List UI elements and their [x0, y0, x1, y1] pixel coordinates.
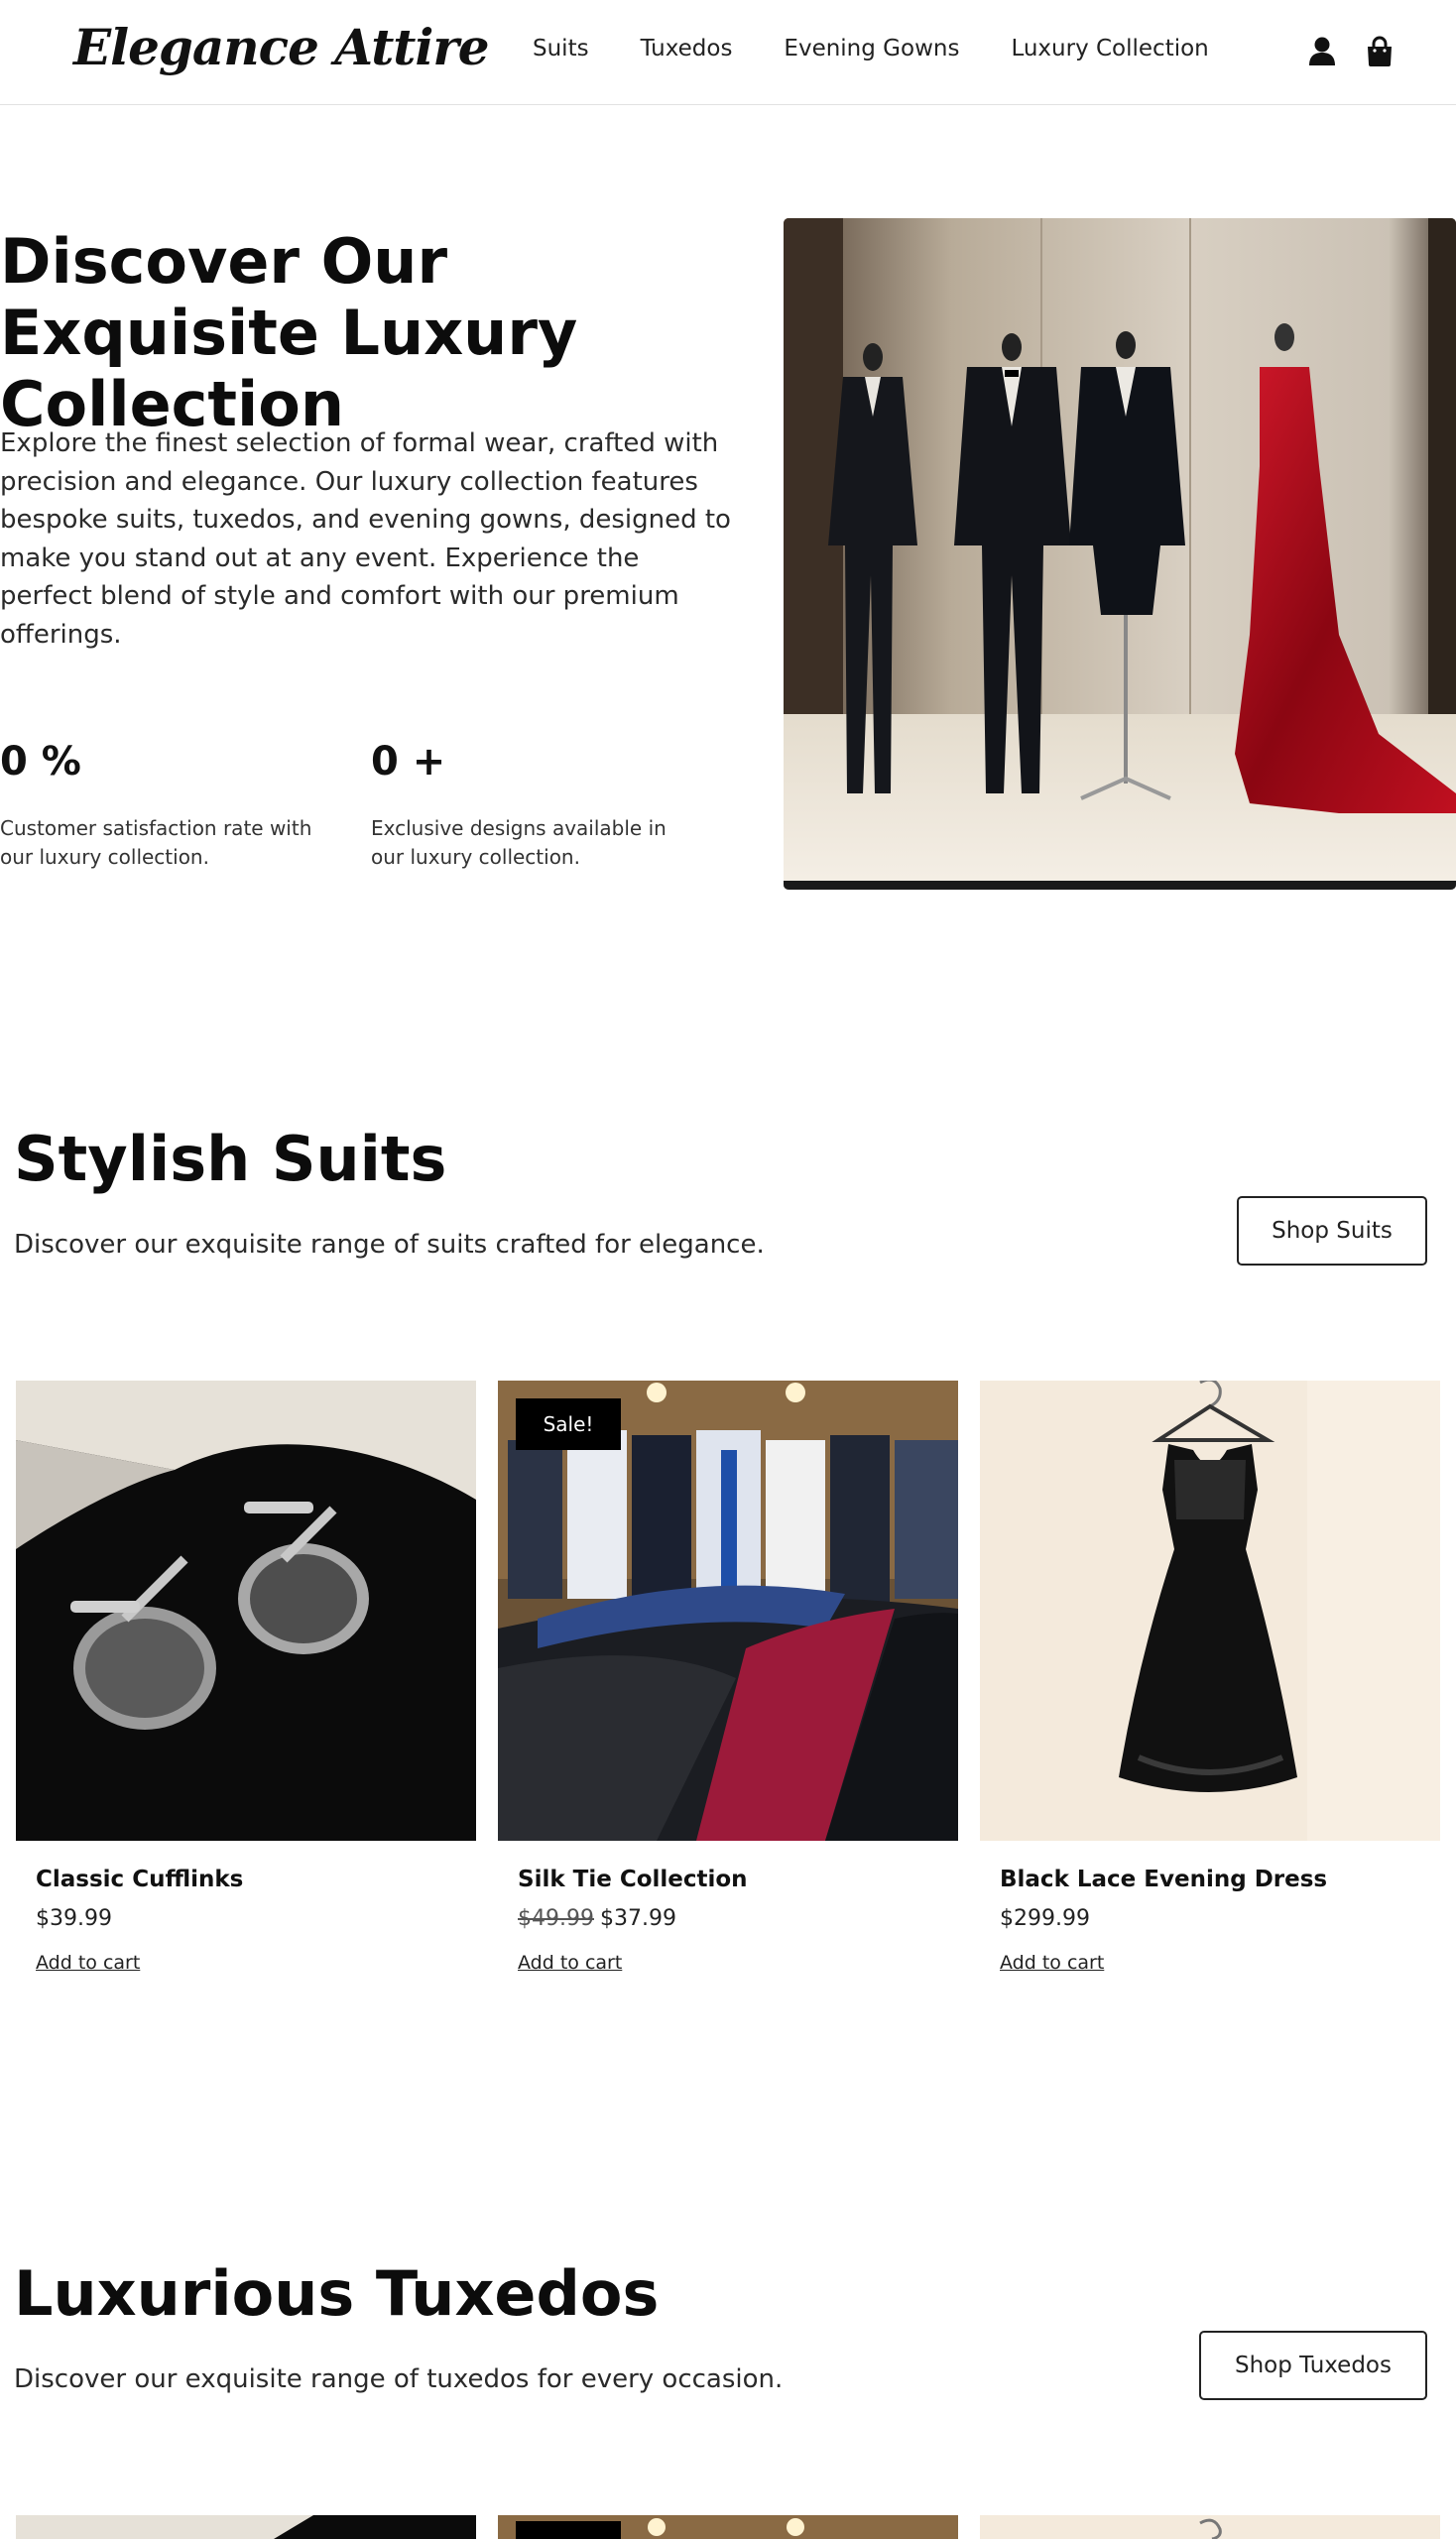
add-to-cart-link[interactable]: Add to cart [1000, 1952, 1104, 1974]
product-image[interactable] [980, 1381, 1440, 1841]
tuxedo-product-image-1[interactable] [16, 2515, 476, 2539]
stat-satisfaction: 0 % Customer satisfaction rate with our … [0, 739, 327, 872]
main-nav: Suits Tuxedos Evening Gowns Luxury Colle… [533, 36, 1209, 61]
nav-link-suits[interactable]: Suits [533, 36, 589, 61]
product-card-lace-dress[interactable]: Black Lace Evening Dress $299.99 Add to … [980, 1381, 1440, 1995]
nav-link-evening-gowns[interactable]: Evening Gowns [784, 36, 959, 61]
product-old-price: $49.99 [518, 1906, 594, 1931]
stat-description: Customer satisfaction rate with our luxu… [0, 816, 312, 869]
product-name[interactable]: Classic Cufflinks [36, 1867, 243, 1892]
product-card-silk-tie[interactable]: Sale! Silk Tie Collection $49.99 $37.99 … [498, 1381, 958, 1995]
sale-badge: Sale! [516, 1398, 621, 1450]
tuxedos-section-subtitle: Discover our exquisite range of tuxedos … [14, 2364, 784, 2394]
suits-section-title: Stylish Suits [14, 1123, 447, 1195]
tuxedo-product-image-3[interactable] [980, 2515, 1440, 2539]
tuxedo-product-image-2[interactable] [498, 2515, 958, 2539]
product-name[interactable]: Black Lace Evening Dress [1000, 1867, 1327, 1892]
add-to-cart-link[interactable]: Add to cart [36, 1952, 140, 1974]
add-to-cart-link[interactable]: Add to cart [518, 1952, 622, 1974]
product-image[interactable] [16, 1381, 476, 1841]
site-header: Elegance Attire Suits Tuxedos Evening Go… [0, 0, 1456, 105]
shopping-bag-icon[interactable] [1365, 36, 1395, 67]
product-price: $49.99 $37.99 [518, 1906, 676, 1931]
header-actions [1307, 36, 1395, 67]
tuxedos-section-title: Luxurious Tuxedos [14, 2257, 660, 2330]
hero-image-mannequins [784, 218, 1456, 890]
stat-value: 0 + [371, 739, 446, 785]
hero-description: Explore the finest selection of formal w… [0, 428, 731, 650]
product-price: $39.99 [36, 1906, 112, 1931]
suits-section-subtitle: Discover our exquisite range of suits cr… [14, 1230, 765, 1260]
product-sale-price: $37.99 [599, 1906, 676, 1931]
product-image[interactable]: Sale! [498, 1381, 958, 1841]
stat-value: 0 % [0, 739, 81, 785]
product-card-cufflinks[interactable]: Classic Cufflinks $39.99 Add to cart [16, 1381, 476, 1995]
user-icon[interactable] [1307, 36, 1337, 67]
stat-description: Exclusive designs available in our luxur… [371, 816, 667, 869]
site-logo[interactable]: Elegance Attire [73, 18, 490, 76]
product-price: $299.99 [1000, 1906, 1090, 1931]
hero-title: Discover Our Exquisite Luxury Collection [0, 225, 578, 440]
stat-designs: 0 + Exclusive designs available in our l… [371, 739, 698, 872]
shop-suits-button[interactable]: Shop Suits [1237, 1196, 1427, 1266]
nav-link-luxury-collection[interactable]: Luxury Collection [1011, 36, 1208, 61]
nav-link-tuxedos[interactable]: Tuxedos [641, 36, 733, 61]
product-name[interactable]: Silk Tie Collection [518, 1867, 748, 1892]
shop-tuxedos-button[interactable]: Shop Tuxedos [1199, 2331, 1427, 2400]
